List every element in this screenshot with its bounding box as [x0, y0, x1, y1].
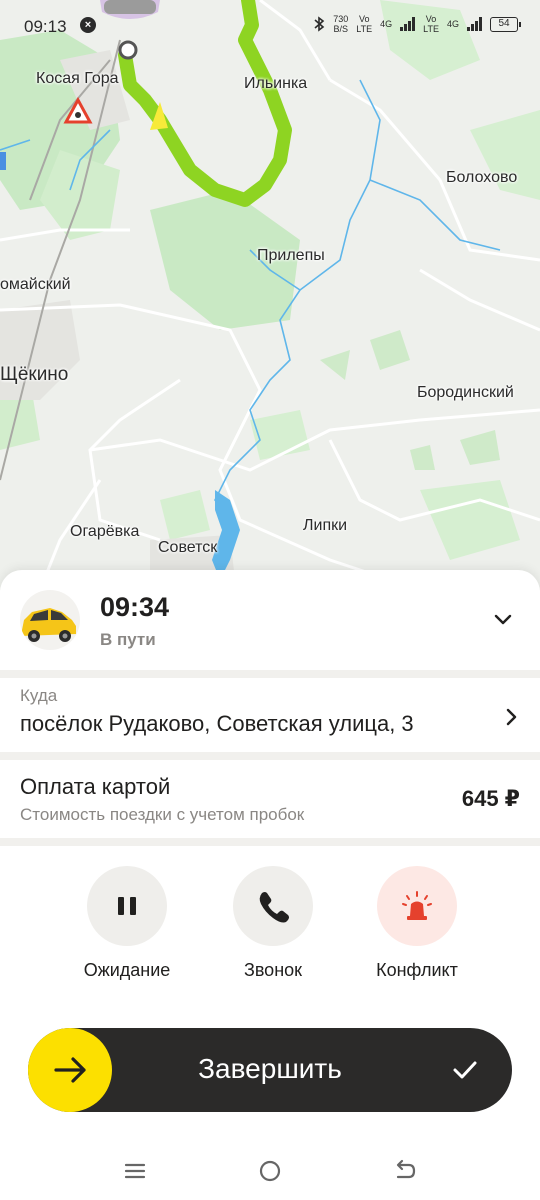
net-speed: 730 B/S [333, 14, 349, 34]
notification-x-icon: × [80, 17, 96, 33]
status-time: 09:13 [24, 17, 67, 36]
order-sheet: 09:34 В пути Куда посёлок Рудаково, Сове… [0, 570, 540, 1200]
taxi-car-icon [22, 608, 76, 642]
bluetooth-icon [314, 16, 325, 32]
conflict-button[interactable]: Конфликт [357, 866, 477, 981]
payment-row: Оплата картой Стоимость поездки с учетом… [0, 760, 540, 838]
home-icon[interactable] [255, 1156, 285, 1186]
status-bar: 09:13 × 730 B/S Vo LTE 4G Vo LTE 4G 54 [0, 0, 540, 50]
sim1-network: 4G [380, 19, 393, 29]
map-label-borodinsky: Бородинский [417, 384, 514, 401]
call-button[interactable]: Звонок [213, 866, 333, 981]
map-label-sovetsk: Советск [158, 539, 218, 556]
back-icon[interactable] [390, 1156, 420, 1186]
menu-icon[interactable] [120, 1156, 150, 1186]
map-label-prilepy: Прилепы [257, 247, 325, 264]
status-indicators: 730 B/S Vo LTE 4G Vo LTE 4G 54 [313, 14, 521, 34]
car-avatar [20, 590, 80, 650]
destination-row[interactable]: Куда посёлок Рудаково, Советская улица, … [0, 678, 540, 752]
map-label-pervomaisky: омайский [0, 276, 71, 293]
finish-slider[interactable]: Завершить [28, 1028, 512, 1112]
map-label-ilinka: Ильинка [244, 75, 308, 92]
divider [0, 752, 540, 760]
sim1-volte: Vo LTE [356, 14, 373, 34]
finish-label: Завершить [198, 1053, 342, 1084]
trip-header[interactable]: 09:34 В пути [0, 570, 540, 670]
chevron-down-icon[interactable] [492, 608, 514, 630]
conflict-label: Конфликт [376, 960, 458, 980]
payment-method: Оплата картой [20, 774, 171, 799]
signal1-icon [400, 17, 416, 31]
check-icon [453, 1061, 477, 1079]
eta-time: 09:34 [100, 592, 170, 622]
call-label: Звонок [243, 960, 303, 980]
signal2-icon [467, 17, 482, 31]
map-label-kosaya-gora: Косая Гора [36, 70, 119, 87]
action-buttons: Ожидание Звонок Конфликт [0, 846, 540, 996]
payment-note: Стоимость поездки с учетом пробок [20, 805, 305, 824]
destination-address: посёлок Рудаково, Советская улица, 3 [20, 711, 414, 736]
battery-icon: 54 [490, 16, 521, 32]
call-circle[interactable] [233, 866, 313, 946]
wait-circle[interactable] [87, 866, 167, 946]
map-label-ogaryovka: Огарёвка [70, 523, 140, 540]
trip-price: 645 ₽ [461, 786, 520, 811]
map-label-shchekino: Щёкино [0, 364, 69, 385]
pause-icon [118, 897, 136, 915]
trip-status: В пути [100, 630, 156, 649]
destination-label: Куда [20, 686, 58, 705]
divider [0, 670, 540, 678]
wait-button[interactable]: Ожидание [67, 866, 187, 981]
sim2-network: 4G [446, 19, 459, 29]
sim2-volte: Vo LTE [423, 14, 439, 34]
divider [0, 838, 540, 846]
chevron-right-icon [506, 708, 517, 726]
conflict-circle[interactable] [377, 866, 457, 946]
phone-icon [259, 892, 289, 923]
system-nav-bar [0, 1140, 540, 1200]
map-label-bolokhovo: Болохово [446, 169, 518, 186]
wait-label: Ожидание [83, 960, 171, 980]
map-label-lipki: Липки [303, 517, 348, 534]
map-view[interactable]: Косая Гора Ильинка Болохово Прилепы омай… [0, 0, 540, 590]
siren-icon [402, 891, 432, 920]
